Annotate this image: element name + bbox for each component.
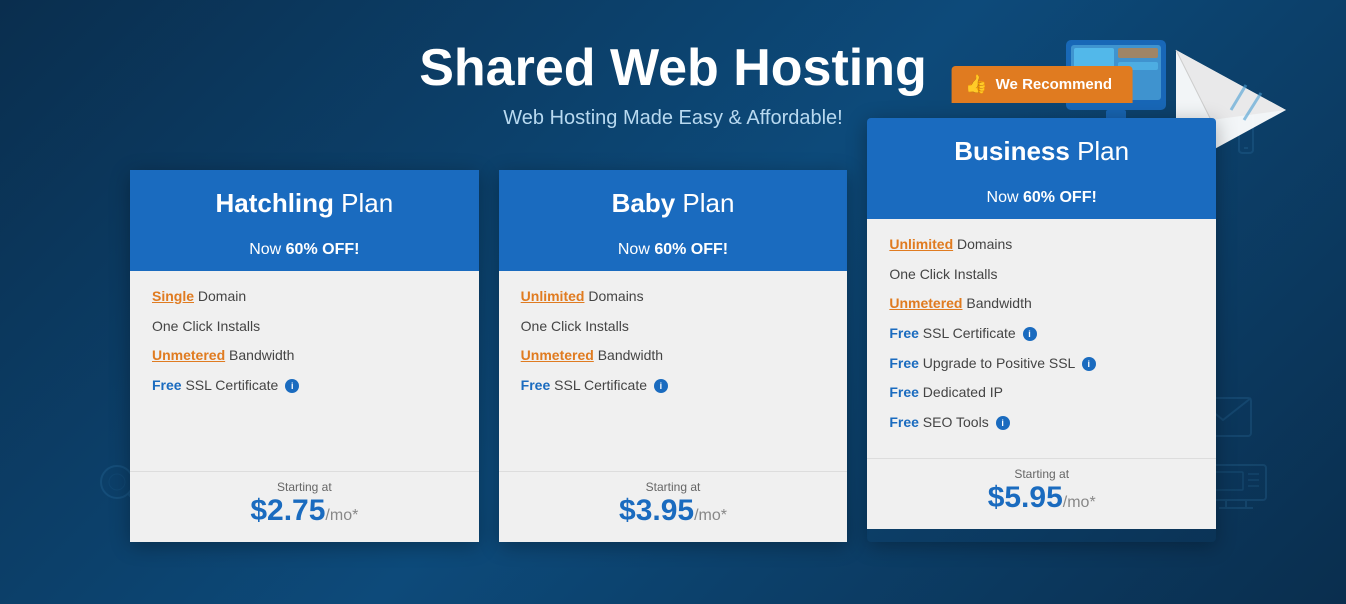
- hatchling-feature-0-highlight: Single: [152, 288, 194, 304]
- baby-feature-3: Free SSL Certificate i: [521, 376, 826, 396]
- baby-discount-label: Now: [618, 241, 654, 258]
- baby-feature-3-highlight: Free: [521, 377, 551, 393]
- baby-plan-header: Baby Plan: [499, 170, 848, 235]
- plans-container: Hatchling Plan Now 60% OFF! Single Domai…: [0, 170, 1346, 542]
- hatchling-price: $2.75: [250, 494, 325, 527]
- baby-feature-2: Unmetered Bandwidth: [521, 346, 826, 366]
- baby-features: Unlimited Domains One Click Installs Unm…: [499, 271, 848, 471]
- baby-plan-footer: Starting at $3.95/mo*: [499, 471, 848, 542]
- hatchling-discount-value: 60% OFF!: [286, 241, 360, 258]
- business-name-bold: Business: [954, 136, 1070, 166]
- baby-name-bold: Baby: [612, 188, 676, 218]
- business-feature-1: One Click Installs: [889, 265, 1194, 285]
- business-discount-label: Now: [987, 189, 1023, 206]
- business-feature-4-highlight: Free: [889, 355, 919, 371]
- baby-feature-0: Unlimited Domains: [521, 287, 826, 307]
- hatchling-discount-label: Now: [249, 241, 285, 258]
- business-feature-3: Free SSL Certificate i: [889, 324, 1194, 344]
- baby-discount-badge: Now 60% OFF!: [499, 235, 848, 271]
- hatchling-price-unit: /mo*: [325, 507, 358, 524]
- business-price-unit: /mo*: [1063, 494, 1096, 511]
- business-ssl-info-icon[interactable]: i: [1023, 327, 1037, 341]
- business-feature-0: Unlimited Domains: [889, 235, 1194, 255]
- business-feature-6: Free SEO Tools i: [889, 413, 1194, 433]
- hatchling-feature-3: Free SSL Certificate i: [152, 376, 457, 396]
- baby-ssl-info-icon[interactable]: i: [654, 379, 668, 393]
- baby-price: $3.95: [619, 494, 694, 527]
- business-positive-ssl-info-icon[interactable]: i: [1082, 357, 1096, 371]
- business-price: $5.95: [988, 481, 1063, 514]
- business-feature-3-highlight: Free: [889, 325, 919, 341]
- baby-feature-2-highlight: Unmetered: [521, 347, 594, 363]
- hatchling-features: Single Domain One Click Installs Unmeter…: [130, 271, 479, 471]
- hatchling-name-rest: Plan: [334, 188, 393, 218]
- hatchling-plan-footer: Starting at $2.75/mo*: [130, 471, 479, 542]
- business-plan-header: Business Plan: [867, 118, 1216, 183]
- recommend-label: We Recommend: [996, 76, 1112, 93]
- hatchling-feature-1: One Click Installs: [152, 317, 457, 337]
- page-title: Shared Web Hosting: [0, 40, 1346, 97]
- hatchling-feature-0: Single Domain: [152, 287, 457, 307]
- business-discount-value: 60% OFF!: [1023, 189, 1097, 206]
- business-feature-6-highlight: Free: [889, 414, 919, 430]
- page-background: Shared Web Hosting Web Hosting Made Easy…: [0, 0, 1346, 604]
- baby-name-rest: Plan: [675, 188, 734, 218]
- business-discount-badge: Now 60% OFF!: [867, 183, 1216, 219]
- business-name-rest: Plan: [1070, 136, 1129, 166]
- recommend-badge: 👍 We Recommend: [951, 66, 1132, 103]
- business-feature-0-highlight: Unlimited: [889, 236, 953, 252]
- business-starting-at: Starting at: [889, 467, 1194, 481]
- thumbs-up-icon: 👍: [965, 74, 987, 95]
- baby-discount-value: 60% OFF!: [654, 241, 728, 258]
- hatchling-plan-card: Hatchling Plan Now 60% OFF! Single Domai…: [130, 170, 479, 542]
- hatchling-name-bold: Hatchling: [215, 188, 333, 218]
- business-feature-4: Free Upgrade to Positive SSL i: [889, 354, 1194, 374]
- business-feature-2: Unmetered Bandwidth: [889, 294, 1194, 314]
- business-features: Unlimited Domains One Click Installs Unm…: [867, 219, 1216, 458]
- business-plan-footer: Starting at $5.95/mo*: [867, 458, 1216, 529]
- hatchling-starting-at: Starting at: [152, 480, 457, 494]
- business-feature-2-highlight: Unmetered: [889, 295, 962, 311]
- business-feature-5-highlight: Free: [889, 384, 919, 400]
- baby-starting-at: Starting at: [521, 480, 826, 494]
- baby-plan-name: Baby Plan: [519, 188, 828, 219]
- business-feature-5: Free Dedicated IP: [889, 383, 1194, 403]
- baby-feature-0-highlight: Unlimited: [521, 288, 585, 304]
- hatchling-plan-name: Hatchling Plan: [150, 188, 459, 219]
- business-seo-info-icon[interactable]: i: [996, 416, 1010, 430]
- baby-price-unit: /mo*: [694, 507, 727, 524]
- hatchling-ssl-info-icon[interactable]: i: [285, 379, 299, 393]
- business-plan-name: Business Plan: [887, 136, 1196, 167]
- hatchling-feature-3-highlight: Free: [152, 377, 182, 393]
- business-plan-card: 👍 We Recommend Business Plan Now 60% OFF…: [867, 118, 1216, 542]
- hatchling-plan-header: Hatchling Plan: [130, 170, 479, 235]
- baby-feature-1: One Click Installs: [521, 317, 826, 337]
- hatchling-discount-badge: Now 60% OFF!: [130, 235, 479, 271]
- baby-plan-card: Baby Plan Now 60% OFF! Unlimited Domains…: [499, 170, 848, 542]
- hatchling-feature-2-highlight: Unmetered: [152, 347, 225, 363]
- hatchling-feature-2: Unmetered Bandwidth: [152, 346, 457, 366]
